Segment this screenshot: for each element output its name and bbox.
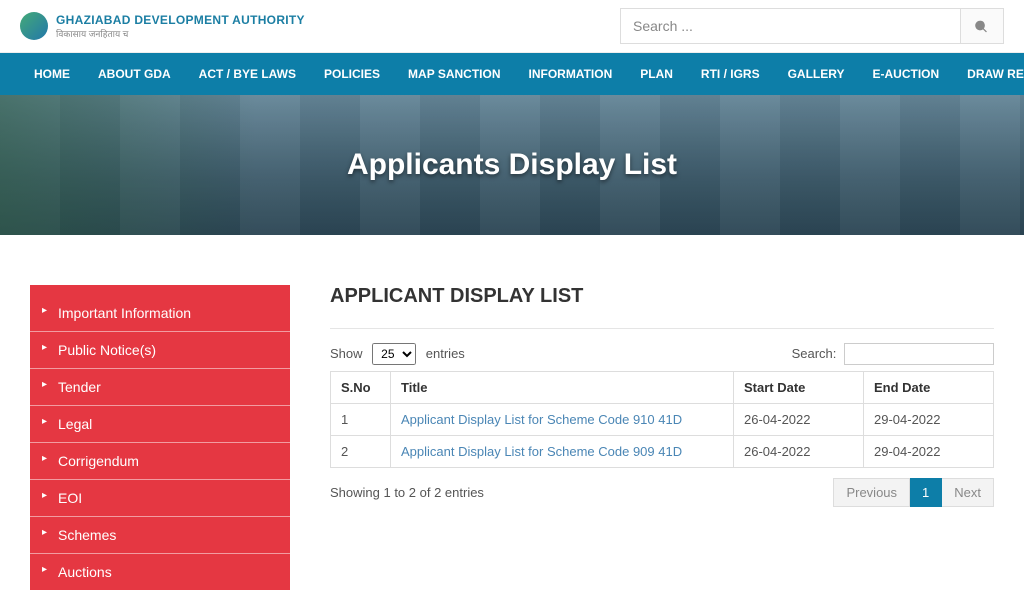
search-icon [975, 19, 989, 33]
nav-rti-igrs[interactable]: RTI / IGRS [687, 53, 774, 95]
cell-start: 26-04-2022 [734, 404, 864, 436]
nav-act-bye-laws[interactable]: ACT / BYE LAWS [185, 53, 310, 95]
datatable-search: Search: [792, 343, 994, 365]
brand-tagline: विकासाय जनहिताय च [56, 27, 305, 40]
logo-icon [20, 12, 48, 40]
table-row: 2 Applicant Display List for Scheme Code… [331, 436, 994, 468]
sidebar-item-important-information[interactable]: Important Information [30, 295, 290, 332]
show-label-pre: Show [330, 346, 363, 361]
nav-policies[interactable]: POLICIES [310, 53, 394, 95]
col-sno[interactable]: S.No [331, 372, 391, 404]
sidebar-item-auctions[interactable]: Auctions [30, 554, 290, 590]
dt-search-label: Search: [792, 346, 837, 361]
brand-name: GHAZIABAD DEVELOPMENT AUTHORITY [56, 13, 305, 27]
cell-end: 29-04-2022 [864, 404, 994, 436]
col-end-date[interactable]: End Date [864, 372, 994, 404]
dt-search-input[interactable] [844, 343, 994, 365]
entries-select[interactable]: 25 [372, 343, 416, 365]
nav-gallery[interactable]: GALLERY [774, 53, 859, 95]
main-nav: HOME ABOUT GDA ACT / BYE LAWS POLICIES M… [0, 53, 1024, 95]
nav-home[interactable]: HOME [20, 53, 84, 95]
nav-about-gda[interactable]: ABOUT GDA [84, 53, 185, 95]
divider [330, 328, 994, 329]
applicant-link[interactable]: Applicant Display List for Scheme Code 9… [401, 444, 682, 459]
nav-e-auction[interactable]: E-AUCTION [858, 53, 953, 95]
pager-page-1[interactable]: 1 [910, 478, 942, 507]
entries-control: Show 25 entries [330, 343, 465, 365]
cell-end: 29-04-2022 [864, 436, 994, 468]
pager-next[interactable]: Next [942, 478, 994, 507]
nav-map-sanction[interactable]: MAP SANCTION [394, 53, 514, 95]
site-search [620, 8, 1004, 44]
pager-previous[interactable]: Previous [833, 478, 910, 507]
dt-info: Showing 1 to 2 of 2 entries [330, 485, 484, 500]
page-title: Applicants Display List [347, 148, 677, 182]
nav-draw-results[interactable]: DRAW RESULTS [953, 53, 1024, 95]
sidebar-item-eoi[interactable]: EOI [30, 480, 290, 517]
col-start-date[interactable]: Start Date [734, 372, 864, 404]
table-row: 1 Applicant Display List for Scheme Code… [331, 404, 994, 436]
section-title: APPLICANT DISPLAY LIST [330, 285, 994, 308]
nav-information[interactable]: INFORMATION [514, 53, 626, 95]
cell-sno: 1 [331, 404, 391, 436]
datatable-controls: Show 25 entries Search: [330, 343, 994, 365]
search-button[interactable] [960, 8, 1004, 44]
brand-logo[interactable]: GHAZIABAD DEVELOPMENT AUTHORITY विकासाय … [20, 12, 305, 40]
sidebar: Important Information Public Notice(s) T… [30, 285, 290, 590]
main-content: APPLICANT DISPLAY LIST Show 25 entries S… [330, 285, 994, 590]
hero-banner: Applicants Display List [0, 95, 1024, 235]
sidebar-item-tender[interactable]: Tender [30, 369, 290, 406]
show-label-post: entries [426, 346, 465, 361]
sidebar-item-public-notices[interactable]: Public Notice(s) [30, 332, 290, 369]
col-title[interactable]: Title [391, 372, 734, 404]
applicants-table: S.No Title Start Date End Date 1 Applica… [330, 371, 994, 468]
datatable-footer: Showing 1 to 2 of 2 entries Previous 1 N… [330, 478, 994, 507]
cell-sno: 2 [331, 436, 391, 468]
sidebar-item-corrigendum[interactable]: Corrigendum [30, 443, 290, 480]
sidebar-item-legal[interactable]: Legal [30, 406, 290, 443]
applicant-link[interactable]: Applicant Display List for Scheme Code 9… [401, 412, 682, 427]
top-bar: GHAZIABAD DEVELOPMENT AUTHORITY विकासाय … [0, 0, 1024, 53]
nav-plan[interactable]: PLAN [626, 53, 687, 95]
pager: Previous 1 Next [833, 478, 994, 507]
search-input[interactable] [620, 8, 960, 44]
cell-start: 26-04-2022 [734, 436, 864, 468]
